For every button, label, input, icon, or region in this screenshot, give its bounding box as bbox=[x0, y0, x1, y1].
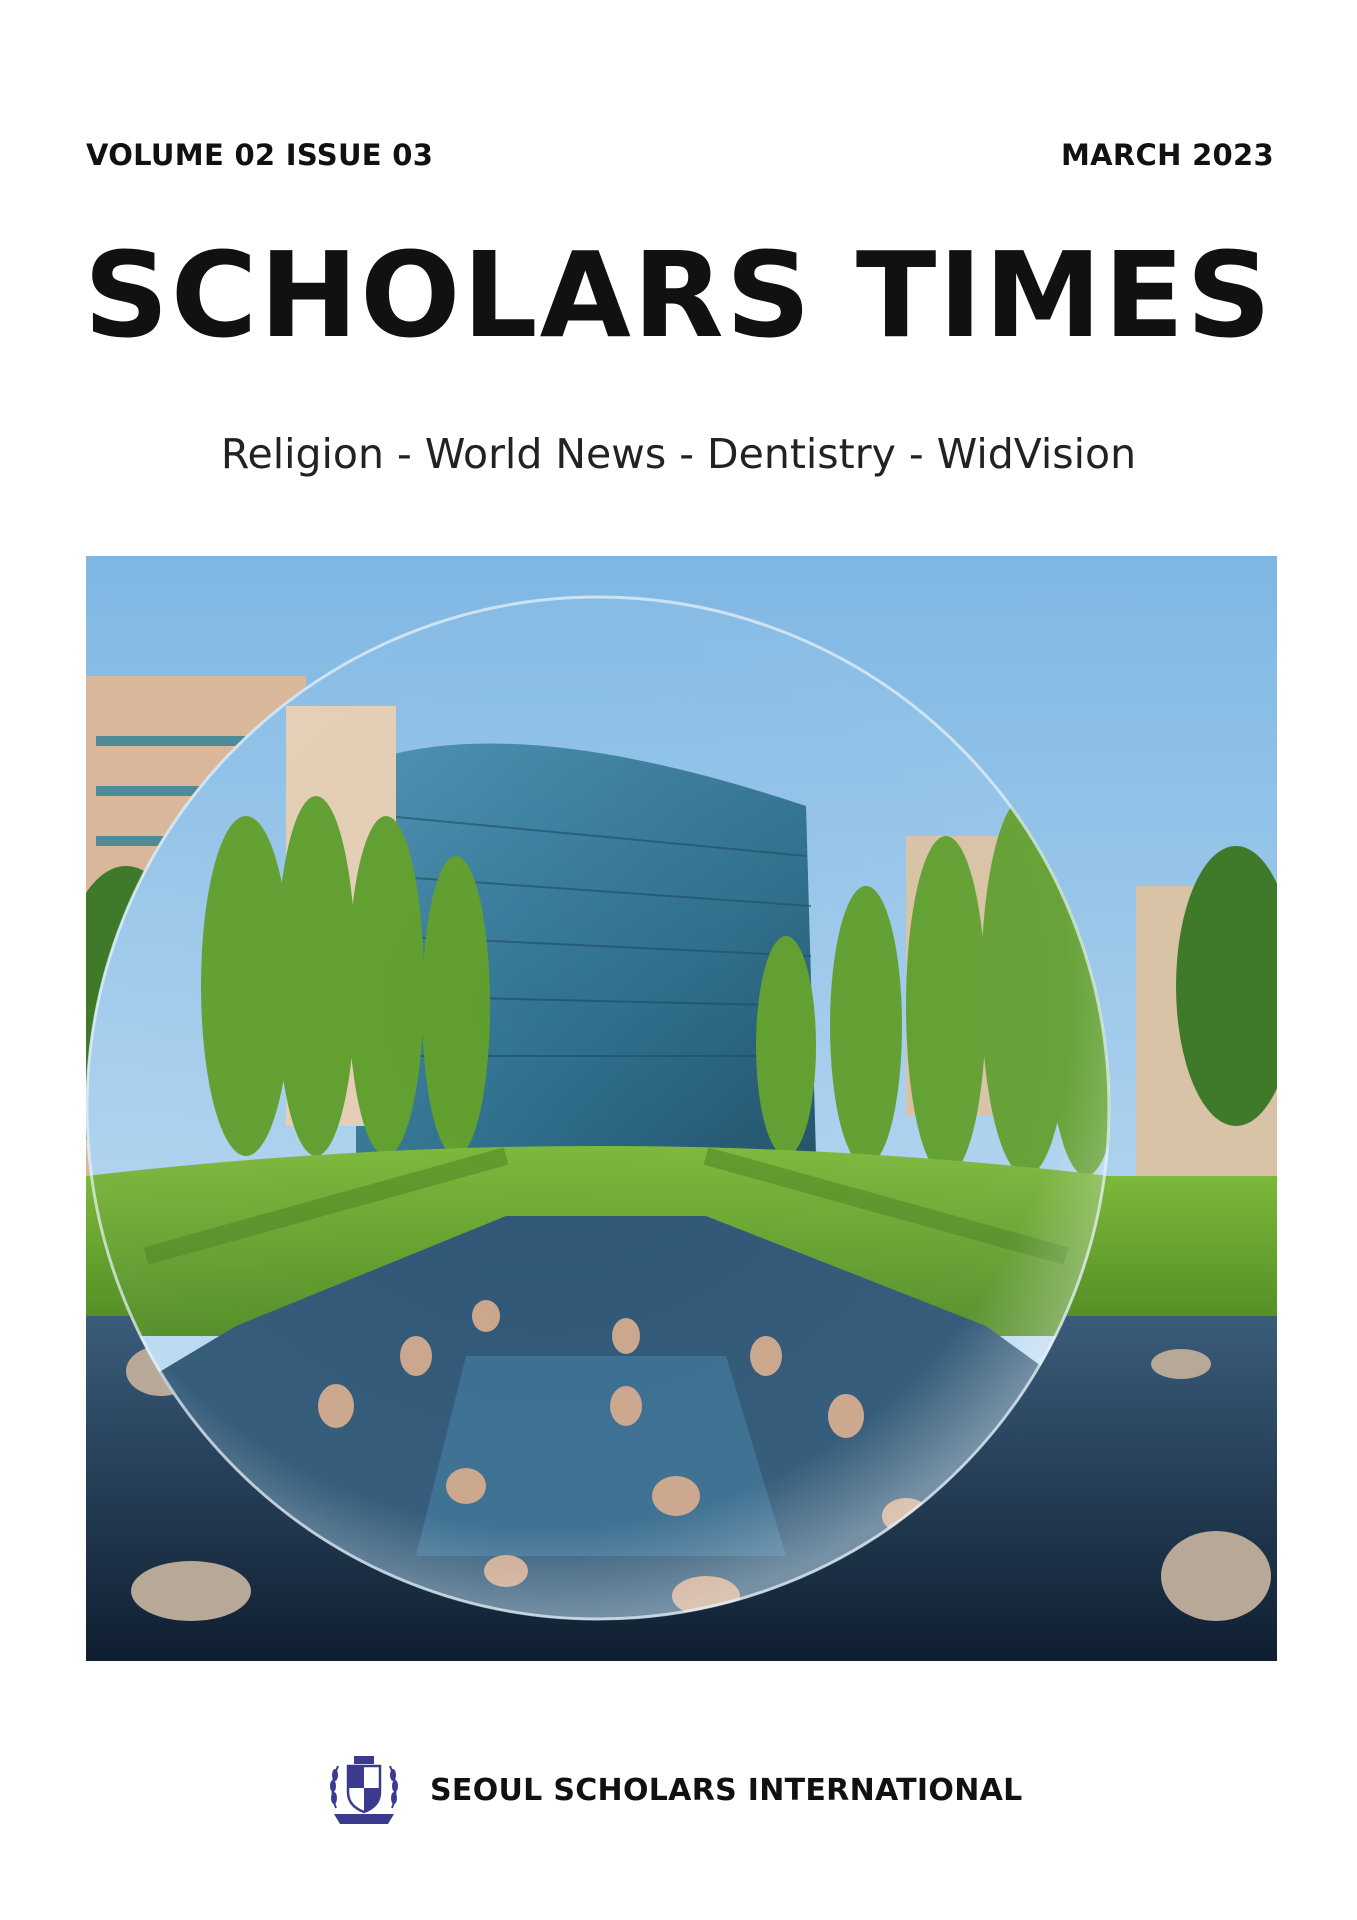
sections-line: Religion - World News - Dentistry - WidV… bbox=[220, 430, 1137, 478]
volume-issue: VOLUME 02 ISSUE 03 bbox=[86, 138, 434, 172]
organization-name: SEOUL SCHOLARS INTERNATIONAL bbox=[430, 1772, 1023, 1808]
cover-photo bbox=[86, 556, 1277, 1661]
magazine-title: SCHOLARS TIMES bbox=[83, 226, 1274, 364]
issue-date: MARCH 2023 bbox=[1061, 138, 1274, 172]
crest-icon bbox=[322, 1748, 406, 1832]
footer: SEOUL SCHOLARS INTERNATIONAL bbox=[322, 1748, 1023, 1832]
